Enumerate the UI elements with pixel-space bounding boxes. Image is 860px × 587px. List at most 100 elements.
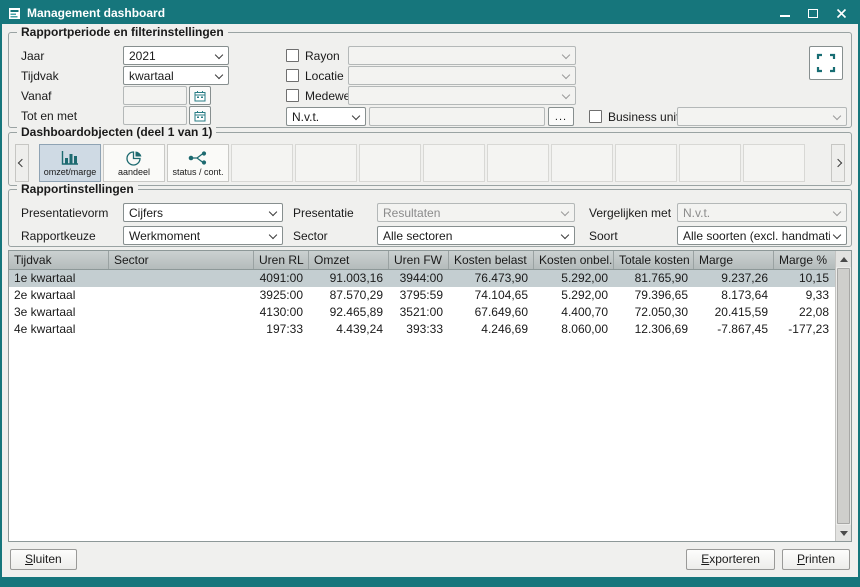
chevron-down-icon xyxy=(833,208,841,216)
printen-button[interactable]: Printen xyxy=(782,549,850,570)
column-header[interactable]: Kosten belast xyxy=(449,251,534,269)
tile-empty xyxy=(359,144,421,182)
results-table: Tijdvak Sector Uren RL Omzet Uren FW Kos… xyxy=(8,250,852,542)
column-header[interactable]: Uren FW xyxy=(389,251,449,269)
window-bottom-border xyxy=(2,577,858,585)
chevron-down-icon xyxy=(215,51,223,59)
business-unit-checkbox[interactable] xyxy=(589,110,602,123)
locatie-select[interactable] xyxy=(348,66,576,85)
business-unit-label: Business unit xyxy=(608,110,679,124)
column-header[interactable]: Totale kosten xyxy=(614,251,694,269)
medewerker-checkbox[interactable] xyxy=(286,89,299,102)
column-header[interactable]: Uren RL xyxy=(254,251,309,269)
vanaf-input[interactable] xyxy=(123,86,187,105)
chevron-down-icon xyxy=(269,231,277,239)
tile-label: aandeel xyxy=(118,168,150,177)
pie-chart-icon xyxy=(126,150,143,166)
rayon-select[interactable] xyxy=(348,46,576,65)
chevron-down-icon xyxy=(833,231,841,239)
app-icon xyxy=(8,7,21,20)
column-header[interactable]: Tijdvak xyxy=(9,251,109,269)
ellipsis-icon: ... xyxy=(555,112,567,122)
bar-chart-icon xyxy=(60,150,80,166)
minimize-button[interactable] xyxy=(778,6,792,20)
exporteren-button[interactable]: Exporteren xyxy=(686,549,775,570)
tile-empty xyxy=(551,144,613,182)
business-unit-select[interactable] xyxy=(677,107,847,126)
tile-omzet-marge[interactable]: omzet/marge xyxy=(39,144,101,182)
tiles-scroll-right-button[interactable] xyxy=(831,144,845,182)
presentatievorm-label: Presentatievorm xyxy=(21,206,108,220)
expand-button[interactable] xyxy=(809,46,843,80)
tot-en-met-input[interactable] xyxy=(123,106,187,125)
chevron-down-icon xyxy=(561,208,569,216)
filter-type-value: N.v.t. xyxy=(292,110,349,124)
table-row[interactable]: 3e kwartaal 4130:00 92.465,89 3521:00 67… xyxy=(9,304,835,321)
triangle-up-icon xyxy=(840,257,848,262)
table-row[interactable]: 1e kwartaal 4091:00 91.003,16 3944:00 76… xyxy=(9,270,835,287)
table-header-row: Tijdvak Sector Uren RL Omzet Uren FW Kos… xyxy=(9,251,835,270)
column-header[interactable]: Kosten onbel. xyxy=(534,251,614,269)
column-header[interactable]: Sector xyxy=(109,251,254,269)
chevron-down-icon xyxy=(561,231,569,239)
tile-empty xyxy=(487,144,549,182)
column-header[interactable]: Marge % xyxy=(774,251,835,269)
tijdvak-select[interactable]: kwartaal xyxy=(123,66,229,85)
close-button[interactable] xyxy=(834,6,848,20)
presentatie-value: Resultaten xyxy=(383,206,558,220)
tot-en-met-label: Tot en met xyxy=(21,109,77,123)
tijdvak-value: kwartaal xyxy=(129,69,212,83)
sector-select[interactable]: Alle sectoren xyxy=(377,226,575,245)
locatie-checkbox[interactable] xyxy=(286,69,299,82)
medewerker-select[interactable] xyxy=(348,86,576,105)
scrollbar-thumb[interactable] xyxy=(837,268,850,524)
tiles-scroll-left-button[interactable] xyxy=(15,144,29,182)
presentatievorm-select[interactable]: Cijfers xyxy=(123,203,283,222)
column-header[interactable]: Omzet xyxy=(309,251,389,269)
soort-select[interactable]: Alle soorten (excl. handmatig xyxy=(677,226,847,245)
rapportkeuze-select[interactable]: Werkmoment xyxy=(123,226,283,245)
scroll-up-button[interactable] xyxy=(836,251,851,267)
vergelijken-met-label: Vergelijken met xyxy=(589,206,671,220)
titlebar[interactable]: Management dashboard xyxy=(2,2,858,24)
soort-value: Alle soorten (excl. handmatig xyxy=(683,229,830,243)
scroll-down-button[interactable] xyxy=(836,525,851,541)
jaar-value: 2021 xyxy=(129,49,212,63)
vertical-scrollbar[interactable] xyxy=(835,251,851,541)
tile-empty xyxy=(615,144,677,182)
table-row[interactable]: 2e kwartaal 3925:00 87.570,29 3795:59 74… xyxy=(9,287,835,304)
sluiten-button[interactable]: Sluiten xyxy=(10,549,77,570)
tile-status-cont[interactable]: status / cont. xyxy=(167,144,229,182)
column-header[interactable]: Marge xyxy=(694,251,774,269)
presentatie-select[interactable]: Resultaten xyxy=(377,203,575,222)
chevron-down-icon xyxy=(562,71,570,79)
presentatievorm-value: Cijfers xyxy=(129,206,266,220)
chevron-down-icon xyxy=(352,112,360,120)
fullscreen-icon xyxy=(816,53,836,73)
vergelijken-met-select[interactable]: N.v.t. xyxy=(677,203,847,222)
calendar-icon xyxy=(194,110,206,122)
chevron-down-icon xyxy=(562,91,570,99)
table-row[interactable]: 4e kwartaal 197:33 4.439,24 393:33 4.246… xyxy=(9,321,835,338)
filter-text-input[interactable] xyxy=(369,107,545,126)
dashboard-tiles: omzet/marge aandeel status / cont. xyxy=(29,144,831,182)
filter-browse-button[interactable]: ... xyxy=(548,107,574,126)
flow-icon xyxy=(187,150,209,166)
chevron-down-icon xyxy=(215,71,223,79)
filter-type-select[interactable]: N.v.t. xyxy=(286,107,366,126)
window-title: Management dashboard xyxy=(27,6,772,20)
rapportkeuze-label: Rapportkeuze xyxy=(21,229,96,243)
tile-empty xyxy=(423,144,485,182)
rayon-checkbox[interactable] xyxy=(286,49,299,62)
jaar-select[interactable]: 2021 xyxy=(123,46,229,65)
triangle-down-icon xyxy=(840,531,848,536)
rayon-label: Rayon xyxy=(305,49,340,63)
vanaf-calendar-button[interactable] xyxy=(189,86,211,105)
tot-en-met-calendar-button[interactable] xyxy=(189,106,211,125)
filter-group-title: Rapportperiode en filterinstellingen xyxy=(17,25,228,39)
chevron-down-icon xyxy=(562,51,570,59)
maximize-button[interactable] xyxy=(806,6,820,20)
chevron-left-icon xyxy=(18,159,26,167)
vergelijken-met-value: N.v.t. xyxy=(683,206,830,220)
tile-aandeel[interactable]: aandeel xyxy=(103,144,165,182)
